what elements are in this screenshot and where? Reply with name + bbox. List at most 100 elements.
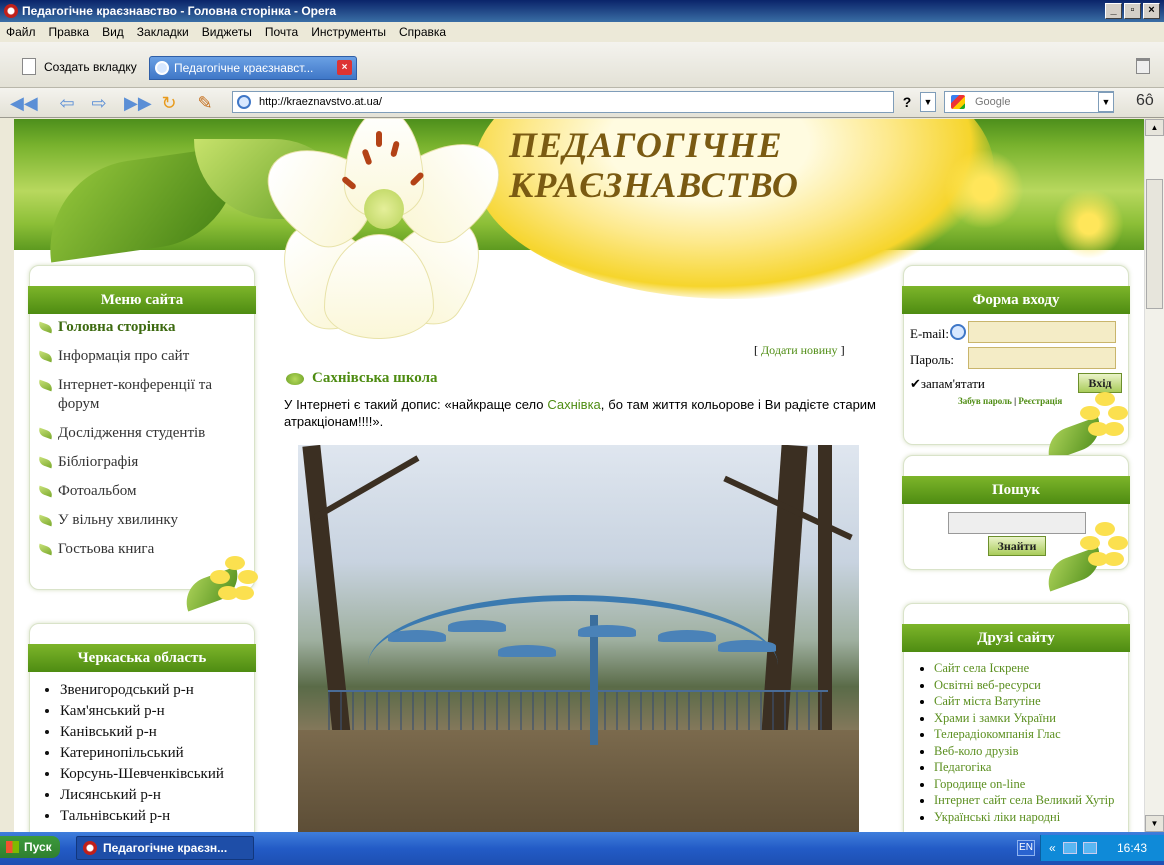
menu-item-conferences[interactable]: Інтернет-конференції та форум — [37, 376, 246, 414]
address-dropdown-icon[interactable]: ▼ — [920, 92, 936, 112]
password-label: Пароль: — [910, 352, 955, 367]
close-button[interactable]: × — [1143, 3, 1160, 19]
bracket-close: ] — [840, 343, 845, 357]
email-field[interactable] — [968, 321, 1116, 343]
search-dropdown-icon[interactable]: ▼ — [1098, 92, 1114, 112]
region-item[interactable]: Лисянський р-н — [60, 785, 248, 806]
taskbar-item-opera[interactable]: Педагогічне краєзн... — [76, 836, 254, 860]
vertical-scrollbar[interactable]: ▲ ▼ — [1144, 119, 1164, 832]
menu-edit[interactable]: Правка — [49, 22, 90, 42]
address-url: http://kraeznavstvo.at.ua/ — [259, 96, 382, 108]
windows-logo-icon — [6, 841, 19, 853]
menu-item-about[interactable]: Інформація про сайт — [37, 347, 246, 366]
friend-link[interactable]: Сайт села Іскрене — [934, 660, 1124, 677]
reload-icon[interactable]: ↻ — [158, 93, 180, 113]
menu-item-free-time[interactable]: У вільну хвилинку — [37, 511, 246, 530]
tab-close-icon[interactable]: × — [337, 60, 352, 75]
decorative-flower-icon — [1080, 522, 1130, 572]
password-field[interactable] — [968, 347, 1116, 369]
region-item[interactable]: Канівський р-н — [60, 722, 248, 743]
clock[interactable]: 16:43 — [1117, 835, 1147, 861]
carousel-seat — [578, 625, 636, 637]
forward-icon[interactable]: ⇨ — [88, 93, 110, 113]
region-item[interactable]: Тальнівський р-н — [60, 806, 248, 827]
help-button[interactable]: ? — [896, 91, 918, 113]
region-item[interactable]: Кам'янський р-н — [60, 701, 248, 722]
login-button[interactable]: Вхід — [1078, 373, 1122, 393]
leaf-bullet-icon — [37, 321, 54, 334]
sidebar-panel-strip — [0, 119, 14, 832]
search-box: Пошук Знайти — [902, 455, 1130, 592]
menu-mail[interactable]: Почта — [265, 22, 298, 42]
forgot-password-link[interactable]: Забув пароль — [958, 396, 1012, 406]
remember-checkbox[interactable]: ✔ — [910, 376, 921, 391]
add-news-wrapper: [ Додати новину ] — [754, 343, 845, 358]
friend-link[interactable]: Освітні веб-ресурси — [934, 677, 1124, 694]
leaf-bullet-icon — [37, 456, 54, 469]
window-controls: _ ▫ × — [1105, 3, 1160, 19]
maximize-button[interactable]: ▫ — [1124, 3, 1141, 19]
address-bar[interactable]: http://kraeznavstvo.at.ua/ — [232, 91, 894, 113]
minimize-button[interactable]: _ — [1105, 3, 1122, 19]
menu-item-label: Дослідження студентів — [58, 425, 206, 441]
friend-link[interactable]: Сайт міста Ватутіне — [934, 693, 1124, 710]
remember-row[interactable]: ✔запам'ятати — [910, 376, 985, 392]
friend-link[interactable]: Інтернет сайт села Великий Хутір — [934, 792, 1124, 809]
reading-glasses-icon[interactable]: 6ô — [1136, 92, 1154, 110]
menu-item-research[interactable]: Дослідження студентів — [37, 424, 246, 443]
post-title-text: Сахнівська школа — [312, 370, 438, 386]
menu-widgets[interactable]: Виджеты — [202, 22, 252, 42]
tab-active[interactable]: Педагогічне краєзнавст... × — [149, 56, 357, 80]
friend-link[interactable]: Храми і замки України — [934, 710, 1124, 727]
menu-bookmarks[interactable]: Закладки — [137, 22, 189, 42]
menu-file[interactable]: Файл — [6, 22, 36, 42]
window-title: Педагогічне краєзнавство - Головна сторі… — [22, 4, 337, 18]
network-icon[interactable] — [1083, 842, 1097, 854]
menu-view[interactable]: Вид — [102, 22, 124, 42]
language-indicator[interactable]: EN — [1017, 840, 1035, 856]
new-tab-label: Создать вкладку — [44, 60, 137, 74]
scroll-up-icon[interactable]: ▲ — [1145, 119, 1164, 136]
start-button[interactable]: Пуск — [0, 836, 60, 858]
back-icon[interactable]: ⇦ — [56, 93, 78, 113]
post-link-sakhnivka[interactable]: Сахнівка — [547, 397, 600, 412]
remember-label: запам'ятати — [920, 376, 985, 391]
friend-link[interactable]: Городище on-line — [934, 776, 1124, 793]
region-item[interactable]: Звенигородський р-н — [60, 680, 248, 701]
window-titlebar: Педагогічне краєзнавство - Головна сторі… — [0, 0, 1164, 22]
friend-link[interactable]: Телерадіокомпанія Глас — [934, 726, 1124, 743]
friend-link[interactable]: Українські ліки народні — [934, 809, 1124, 826]
menu-help[interactable]: Справка — [399, 22, 446, 42]
new-tab-button[interactable]: Создать вкладку — [6, 55, 143, 79]
network-icon[interactable] — [1063, 842, 1077, 854]
trash-icon[interactable] — [1136, 58, 1150, 74]
leaf-bullet-icon — [37, 514, 54, 527]
site-favicon-icon — [155, 61, 169, 75]
tray-expand-icon[interactable]: « — [1049, 835, 1056, 861]
menu-item-label: Бібліографія — [58, 454, 139, 470]
scroll-thumb[interactable] — [1146, 179, 1163, 309]
menu-item-home[interactable]: Головна сторінка — [37, 318, 246, 337]
menu-tools[interactable]: Инструменты — [311, 22, 386, 42]
friend-link[interactable]: Веб-коло друзів — [934, 743, 1124, 760]
register-link[interactable]: Реєстрація — [1018, 396, 1062, 406]
search-engine-field[interactable]: Google — [944, 91, 1114, 113]
rewind-icon[interactable]: ◀◀ — [10, 93, 38, 113]
friend-link[interactable]: Педагогіка — [934, 759, 1124, 776]
fast-forward-icon[interactable]: ▶▶ — [124, 93, 152, 113]
edit-icon[interactable]: ✎ — [194, 93, 216, 113]
menu-item-photoalbum[interactable]: Фотоальбом — [37, 482, 246, 501]
site-header-banner: ПЕДАГОГІЧНЕ КРАЄЗНАВСТВО — [14, 119, 1144, 299]
scroll-down-icon[interactable]: ▼ — [1145, 815, 1164, 832]
link-separator: | — [1014, 396, 1017, 406]
menu-item-label: Інтернет-конференції та форум — [58, 377, 213, 412]
carousel-seat — [448, 620, 506, 632]
search-submit-button[interactable]: Знайти — [988, 536, 1046, 556]
opera-wand-icon[interactable] — [950, 324, 966, 340]
region-item[interactable]: Корсунь-Шевченківський — [60, 764, 248, 785]
region-item[interactable]: Катеринопільський — [60, 743, 248, 764]
site-search-input[interactable] — [948, 512, 1086, 534]
add-news-link[interactable]: Додати новину — [761, 343, 838, 357]
post-title[interactable]: Сахнівська школа — [286, 370, 438, 387]
menu-item-bibliography[interactable]: Бібліографія — [37, 453, 246, 472]
